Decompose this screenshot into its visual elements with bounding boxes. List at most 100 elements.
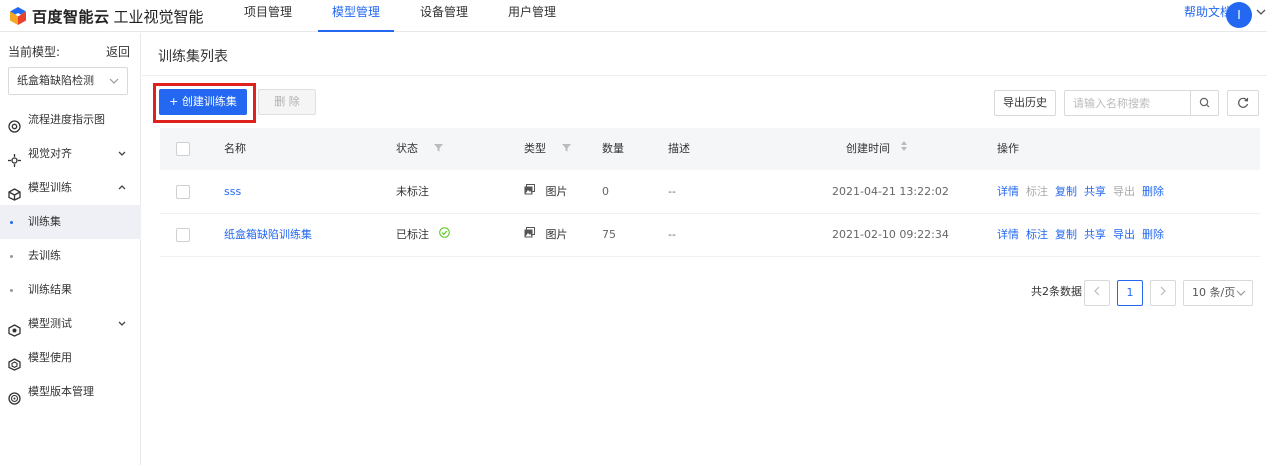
sidebar-item-label: 视觉对齐 xyxy=(28,147,72,160)
image-icon xyxy=(524,170,535,214)
sidebar-item-label: 模型测试 xyxy=(28,317,72,330)
op-share-link[interactable]: 共享 xyxy=(1084,185,1106,198)
back-link[interactable]: 返回 xyxy=(106,43,130,60)
row-desc: -- xyxy=(668,185,676,198)
nav-project[interactable]: 项目管理 xyxy=(230,0,306,32)
bullet-dot xyxy=(10,289,13,292)
table-row: 纸盒箱缺陷训练集 已标注 图片 75 -- 2021-02-10 09:22:3… xyxy=(160,213,1260,257)
sidebar-item-train-result[interactable]: 训练结果 xyxy=(0,273,141,307)
op-copy-link[interactable]: 复制 xyxy=(1055,228,1077,241)
sidebar-item-label: 模型训练 xyxy=(28,181,72,194)
refresh-icon xyxy=(1228,97,1258,118)
top-navbar: 百度智能云 工业视觉智能 项目管理 模型管理 设备管理 用户管理 帮助文档 I xyxy=(0,0,1267,32)
col-created-label: 创建时间 xyxy=(846,142,890,155)
row-count: 0 xyxy=(602,185,609,198)
row-created: 2021-04-21 13:22:02 xyxy=(832,185,949,198)
col-type: 类型 xyxy=(524,128,571,170)
brand-logo[interactable]: 百度智能云 工业视觉智能 xyxy=(8,4,204,28)
model-select[interactable]: 纸盒箱缺陷检测 xyxy=(8,67,128,95)
row-type: 图片 xyxy=(524,213,568,257)
chevron-left-icon xyxy=(1093,286,1101,299)
page-number-button[interactable]: 1 xyxy=(1117,280,1143,306)
page-title: 训练集列表 xyxy=(158,49,228,65)
prev-page-button[interactable] xyxy=(1084,280,1110,306)
filter-icon[interactable] xyxy=(433,129,443,171)
search-input[interactable] xyxy=(1065,91,1191,115)
select-all-checkbox[interactable] xyxy=(176,142,190,156)
next-page-button[interactable] xyxy=(1150,280,1176,306)
sidebar-item-training[interactable]: 模型训练 xyxy=(0,171,141,205)
current-model-label: 当前模型: xyxy=(8,45,61,59)
current-model-header: 当前模型: 返回 xyxy=(8,43,130,61)
refresh-button[interactable] xyxy=(1227,90,1259,116)
op-export-link[interactable]: 导出 xyxy=(1113,228,1135,241)
chevron-down-icon xyxy=(109,68,119,105)
nav-model[interactable]: 模型管理 xyxy=(318,0,395,32)
sidebar-item-use[interactable]: 模型使用 xyxy=(0,341,141,375)
chevron-right-icon xyxy=(1159,286,1167,299)
row-type-label: 图片 xyxy=(545,185,568,198)
model-select-value: 纸盒箱缺陷检测 xyxy=(17,74,94,87)
cube-icon xyxy=(8,181,21,201)
version-icon xyxy=(8,385,21,405)
op-delete-link[interactable]: 删除 xyxy=(1142,185,1164,198)
row-name-link[interactable]: 纸盒箱缺陷训练集 xyxy=(224,213,312,257)
nav-device[interactable]: 设备管理 xyxy=(406,0,482,32)
sidebar-item-align[interactable]: 视觉对齐 xyxy=(0,137,141,171)
sidebar-item-label: 模型版本管理 xyxy=(28,385,94,398)
op-annotate-link: 标注 xyxy=(1026,185,1048,198)
chevron-down-icon[interactable] xyxy=(1256,8,1266,19)
help-docs-link[interactable]: 帮助文档 xyxy=(1184,4,1232,20)
col-status: 状态 xyxy=(396,128,443,170)
product-name: 工业视觉智能 xyxy=(113,7,204,26)
row-desc: -- xyxy=(668,228,676,241)
search-box xyxy=(1064,90,1219,116)
total-count: 共2条数据 xyxy=(1031,285,1082,298)
align-icon xyxy=(8,147,21,167)
title-divider xyxy=(142,75,1267,76)
op-copy-link[interactable]: 复制 xyxy=(1055,185,1077,198)
test-icon xyxy=(8,317,21,337)
row-name-link[interactable]: sss xyxy=(224,170,241,214)
row-checkbox[interactable] xyxy=(176,185,190,199)
op-share-link[interactable]: 共享 xyxy=(1084,228,1106,241)
baidu-cloud-logo-icon xyxy=(8,6,28,26)
main-nav: 项目管理 模型管理 设备管理 用户管理 xyxy=(230,0,582,32)
sidebar-item-go-train[interactable]: 去训练 xyxy=(0,239,141,273)
delete-button[interactable]: 删 除 xyxy=(258,89,316,115)
sidebar: 当前模型: 返回 纸盒箱缺陷检测 流程进度指示图 视觉对齐 模型训练 训练集 去… xyxy=(0,33,141,465)
sidebar-item-label: 训练集 xyxy=(28,215,61,228)
sidebar-item-version[interactable]: 模型版本管理 xyxy=(0,375,141,409)
sidebar-item-flow[interactable]: 流程进度指示图 xyxy=(0,103,141,137)
row-status: 已标注 xyxy=(396,213,450,257)
col-count: 数量 xyxy=(602,142,624,155)
nav-user[interactable]: 用户管理 xyxy=(494,0,570,32)
op-annotate-link[interactable]: 标注 xyxy=(1026,228,1048,241)
avatar[interactable]: I xyxy=(1226,2,1252,28)
page-size-select[interactable]: 10 条/页 xyxy=(1183,280,1253,306)
search-icon[interactable] xyxy=(1190,91,1218,115)
check-circle-icon xyxy=(438,213,450,257)
bullet-dot xyxy=(10,221,13,224)
filter-icon[interactable] xyxy=(561,129,571,171)
export-history-button[interactable]: 导出历史 xyxy=(994,90,1056,116)
row-created: 2021-02-10 09:22:34 xyxy=(832,228,949,241)
col-created[interactable]: 创建时间 xyxy=(846,128,908,170)
chevron-down-icon xyxy=(1236,281,1246,315)
sidebar-item-label: 训练结果 xyxy=(28,283,72,296)
page-size-value: 10 条/页 xyxy=(1192,286,1236,299)
op-delete-link[interactable]: 删除 xyxy=(1142,228,1164,241)
table-row: sss 未标注 图片 0 -- 2021-04-21 13:22:02 详情 标注… xyxy=(160,170,1260,214)
flow-icon xyxy=(8,113,21,133)
col-status-label: 状态 xyxy=(396,142,418,155)
op-detail-link[interactable]: 详情 xyxy=(997,228,1019,241)
brand-name: 百度智能云 xyxy=(32,7,110,26)
op-detail-link[interactable]: 详情 xyxy=(997,185,1019,198)
sort-icon[interactable] xyxy=(900,128,908,170)
use-icon xyxy=(8,351,21,371)
row-type-label: 图片 xyxy=(545,228,568,241)
row-checkbox[interactable] xyxy=(176,228,190,242)
sidebar-item-trainset[interactable]: 训练集 xyxy=(0,205,141,239)
sidebar-item-test[interactable]: 模型测试 xyxy=(0,307,141,341)
table-header: 名称 状态 类型 数量 描述 创建时间 操作 xyxy=(160,128,1260,170)
